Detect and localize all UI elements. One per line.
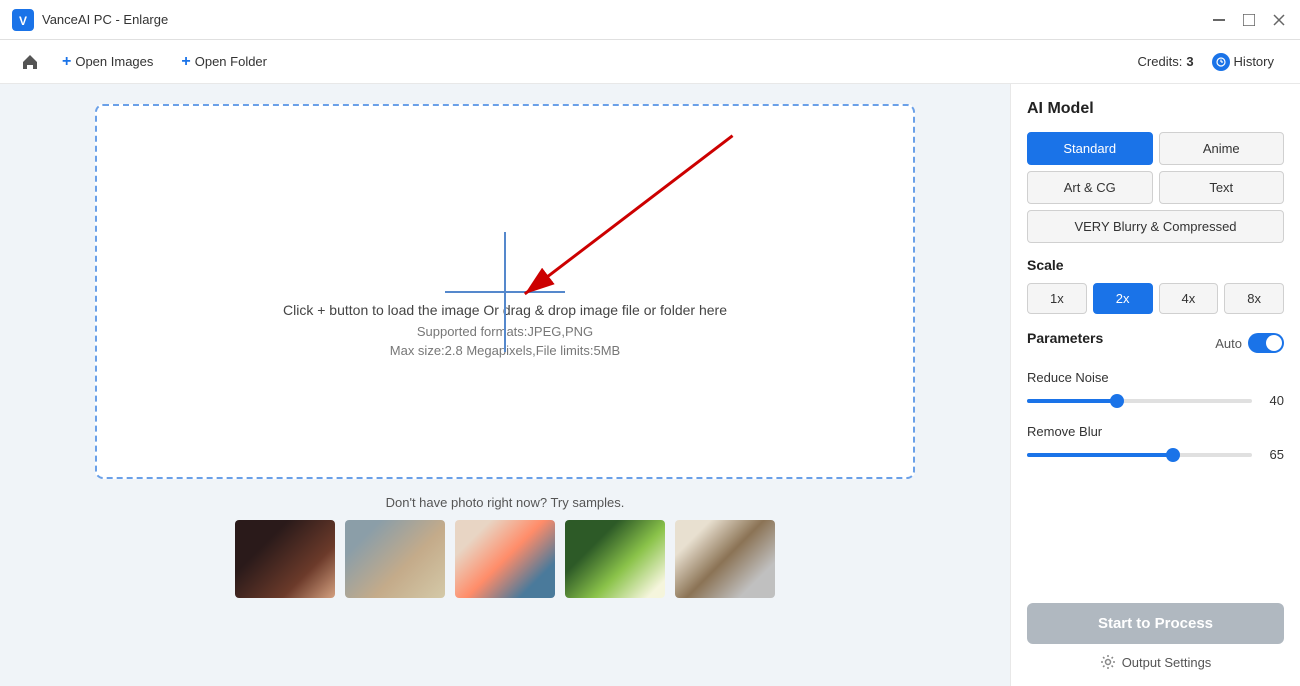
model-very-blurry-button[interactable]: VERY Blurry & Compressed (1027, 210, 1284, 243)
close-icon[interactable] (1270, 11, 1288, 29)
scale-4x-button[interactable]: 4x (1159, 283, 1219, 314)
model-text-button[interactable]: Text (1159, 171, 1285, 204)
minimize-icon[interactable] (1210, 11, 1228, 29)
scale-title: Scale (1027, 257, 1284, 273)
scale-2x-button[interactable]: 2x (1093, 283, 1153, 314)
open-images-label: Open Images (75, 54, 153, 69)
credits-area: Credits: 3 (1138, 54, 1194, 69)
ai-model-grid: Standard Anime Art & CG Text VERY Blurry… (1027, 132, 1284, 243)
toggle-knob (1266, 335, 1282, 351)
history-label: History (1234, 54, 1274, 69)
toolbar: + Open Images + Open Folder Credits: 3 H… (0, 40, 1300, 84)
sample-image-5[interactable] (675, 520, 775, 598)
scale-8x-button[interactable]: 8x (1224, 283, 1284, 314)
history-icon (1212, 53, 1230, 71)
reduce-noise-track (1027, 399, 1252, 403)
samples-section: Don't have photo right now? Try samples. (95, 495, 915, 598)
app-logo: V (12, 9, 34, 31)
output-settings-label: Output Settings (1122, 655, 1212, 670)
model-art-cg-button[interactable]: Art & CG (1027, 171, 1153, 204)
remove-blur-label: Remove Blur (1027, 424, 1284, 439)
auto-toggle[interactable] (1248, 333, 1284, 353)
auto-label: Auto (1215, 336, 1242, 351)
ai-model-title: AI Model (1027, 100, 1284, 118)
remove-blur-value: 65 (1260, 447, 1284, 462)
reduce-noise-slider-row: 40 (1027, 393, 1284, 408)
open-folder-button[interactable]: + Open Folder (171, 48, 277, 76)
sample-image-2[interactable] (345, 520, 445, 598)
home-button[interactable] (16, 48, 44, 76)
model-standard-button[interactable]: Standard (1027, 132, 1153, 165)
reduce-noise-label: Reduce Noise (1027, 370, 1284, 385)
scale-1x-button[interactable]: 1x (1027, 283, 1087, 314)
open-folder-label: Open Folder (195, 54, 267, 69)
remove-blur-slider-row: 65 (1027, 447, 1284, 462)
maximize-icon[interactable] (1240, 11, 1258, 29)
remove-blur-thumb[interactable] (1166, 448, 1180, 462)
plus-icon: + (62, 53, 71, 71)
reduce-noise-fill (1027, 399, 1117, 403)
dropzone[interactable]: Click + button to load the image Or drag… (95, 104, 915, 479)
sample-image-1[interactable] (235, 520, 335, 598)
parameters-header: Parameters Auto (1027, 330, 1284, 356)
scale-row: 1x 2x 4x 8x (1027, 283, 1284, 314)
svg-text:V: V (19, 14, 27, 28)
credits-value: 3 (1186, 54, 1193, 69)
left-panel: Click + button to load the image Or drag… (0, 84, 1010, 686)
model-anime-button[interactable]: Anime (1159, 132, 1285, 165)
start-process-button[interactable]: Start to Process (1027, 603, 1284, 644)
reduce-noise-value: 40 (1260, 393, 1284, 408)
samples-label: Don't have photo right now? Try samples. (95, 495, 915, 510)
reduce-noise-thumb[interactable] (1110, 394, 1124, 408)
main-content: Click + button to load the image Or drag… (0, 84, 1300, 686)
output-settings[interactable]: Output Settings (1027, 654, 1284, 670)
parameters-title: Parameters (1027, 330, 1103, 346)
open-images-button[interactable]: + Open Images (52, 48, 163, 76)
window-controls (1210, 11, 1288, 29)
sample-image-4[interactable] (565, 520, 665, 598)
right-panel: AI Model Standard Anime Art & CG Text VE… (1010, 84, 1300, 686)
remove-blur-track (1027, 453, 1252, 457)
sample-image-3[interactable] (455, 520, 555, 598)
history-button[interactable]: History (1202, 48, 1284, 76)
titlebar: V VanceAI PC - Enlarge (0, 0, 1300, 40)
remove-blur-fill (1027, 453, 1173, 457)
plus-icon-folder: + (181, 53, 190, 71)
gear-icon (1100, 654, 1116, 670)
samples-row (95, 520, 915, 598)
credits-label: Credits: (1138, 54, 1183, 69)
window-title: VanceAI PC - Enlarge (42, 12, 1210, 27)
